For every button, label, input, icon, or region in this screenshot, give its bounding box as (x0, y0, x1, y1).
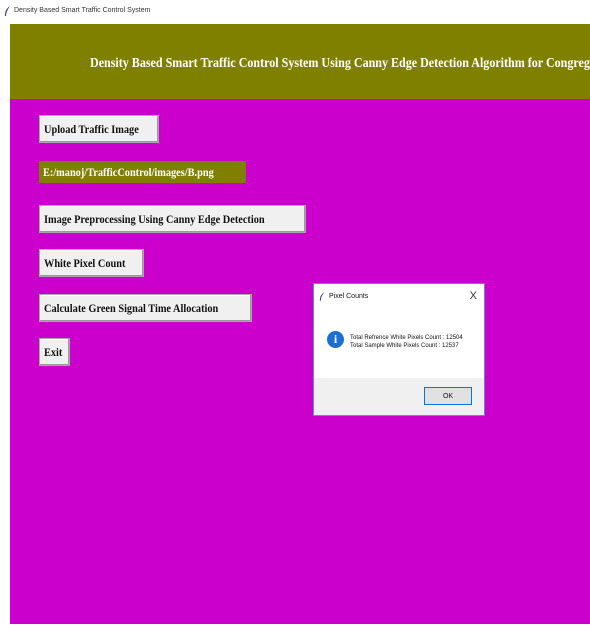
green-signal-time-button[interactable]: Calculate Green Signal Time Allocation (39, 294, 252, 322)
exit-button[interactable]: Exit (39, 338, 71, 366)
feather-icon (319, 292, 325, 301)
dialog-title: Pixel Counts (329, 293, 369, 300)
white-pixel-count-button[interactable]: White Pixel Count (39, 249, 144, 277)
white-pixel-button-label: White Pixel Count (44, 255, 126, 270)
dialog-message: Total Refrence White Pixels Count : 1250… (350, 334, 463, 350)
dialog-footer: OK (314, 378, 484, 415)
window-title: Density Based Smart Traffic Control Syst… (14, 7, 151, 14)
upload-button-label: Upload Traffic Image (44, 121, 139, 136)
page-title: Density Based Smart Traffic Control Syst… (90, 56, 590, 71)
reference-count-text: Total Refrence White Pixels Count : 1250… (350, 335, 463, 341)
file-path-text: E:/manoj/TrafficControl/images/B.png (43, 164, 214, 179)
close-icon[interactable]: X (470, 290, 477, 302)
preprocess-button-label: Image Preprocessing Using Canny Edge Det… (44, 211, 265, 226)
info-icon: i (327, 331, 344, 348)
ok-button[interactable]: OK (424, 387, 472, 405)
file-path-label: E:/manoj/TrafficControl/images/B.png (39, 161, 246, 183)
canny-preprocessing-button[interactable]: Image Preprocessing Using Canny Edge Det… (39, 205, 306, 233)
header-banner: Density Based Smart Traffic Control Syst… (10, 24, 590, 99)
feather-icon (5, 6, 10, 16)
sample-count-text: Total Sample White Pixels Count : 12537 (350, 343, 459, 349)
main-panel: Density Based Smart Traffic Control Syst… (10, 24, 590, 624)
upload-traffic-image-button[interactable]: Upload Traffic Image (39, 115, 160, 143)
window-titlebar: Density Based Smart Traffic Control Syst… (0, 0, 590, 24)
pixel-counts-dialog: Pixel Counts X i Total Refrence White Pi… (313, 283, 485, 416)
dialog-titlebar: Pixel Counts X (314, 284, 484, 310)
exit-button-label: Exit (44, 344, 63, 359)
green-signal-button-label: Calculate Green Signal Time Allocation (44, 300, 219, 315)
